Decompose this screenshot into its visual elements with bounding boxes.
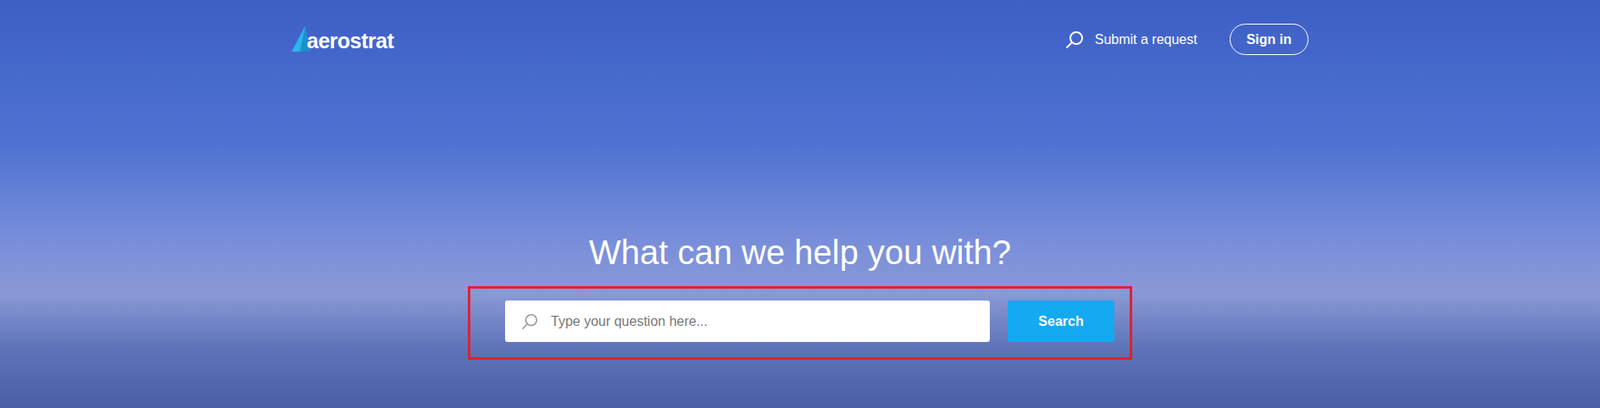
hero-content: What can we help you with? Search (0, 231, 1600, 361)
submit-request-link[interactable]: Submit a request (1064, 29, 1198, 50)
search-button[interactable]: Search (1007, 300, 1115, 343)
nav: Submit a request Sign in (1064, 23, 1309, 56)
sign-in-button[interactable]: Sign in (1229, 23, 1309, 56)
search-icon (1064, 29, 1085, 50)
logo-text: aerostrat (306, 27, 395, 54)
search-field[interactable] (505, 300, 990, 343)
submit-request-label: Submit a request (1094, 32, 1198, 48)
search-input[interactable] (549, 313, 978, 331)
logo[interactable]: aerostrat (291, 26, 395, 54)
hero-heading: What can we help you with? (588, 231, 1012, 274)
hero-section: aerostrat Submit a request Sign in What can… (0, 0, 1600, 408)
search-icon (520, 312, 539, 332)
search-highlight-box: Search (467, 286, 1133, 361)
header: aerostrat Submit a request Sign in (291, 0, 1309, 56)
